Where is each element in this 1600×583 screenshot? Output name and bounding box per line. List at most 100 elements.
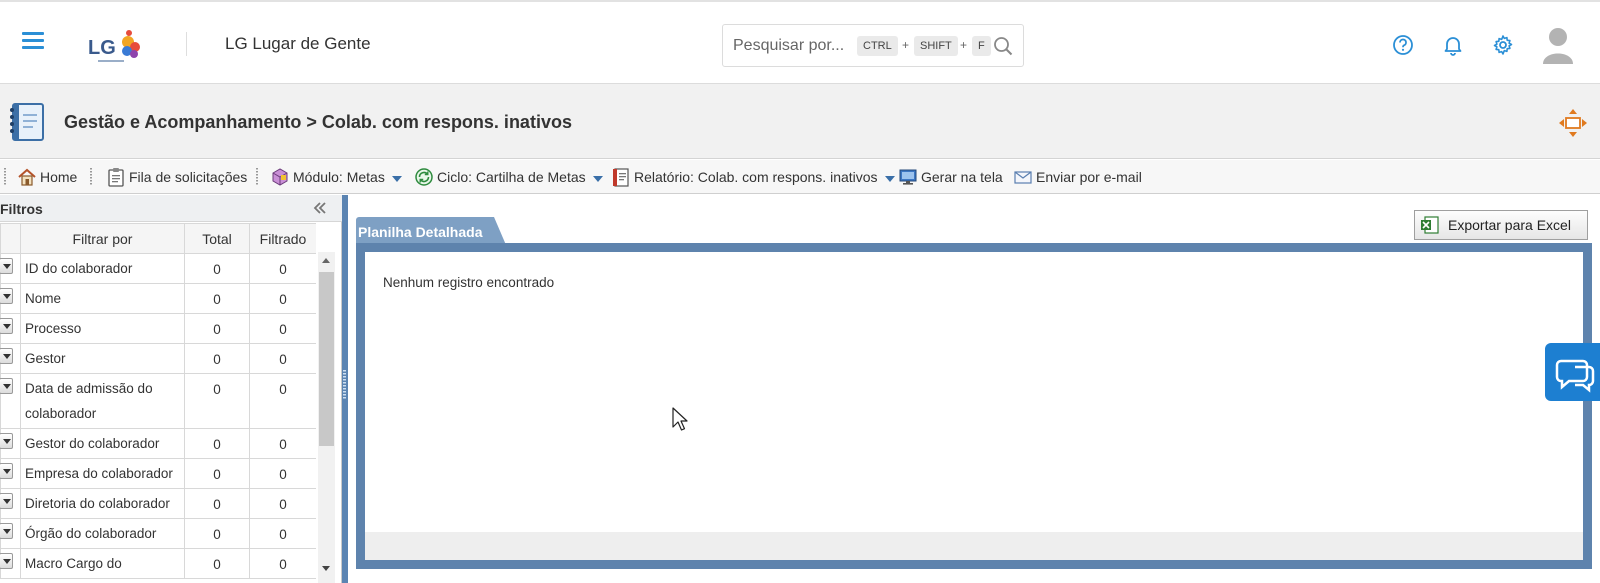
shortcut-key-ctrl: CTRL xyxy=(857,36,898,56)
top-header: LG LG Lugar de Gente Pesquisar por... CT… xyxy=(0,0,1600,84)
filter-row-filtered: 0 xyxy=(249,373,316,429)
search-box[interactable]: Pesquisar por... CTRL + SHIFT + F xyxy=(722,24,1024,67)
filter-row-filtered: 0 xyxy=(249,283,316,314)
report-content: Planilha Detalhada Exportar para Excel N… xyxy=(348,195,1600,583)
filters-scrollbar[interactable] xyxy=(318,252,335,583)
toolbar-cycle-dropdown[interactable]: Ciclo: Cartilha de Metas xyxy=(414,167,603,187)
toolbar-module-label: Módulo: Metas xyxy=(293,169,385,185)
move-icon[interactable] xyxy=(1558,108,1588,138)
cycle-icon xyxy=(415,168,433,186)
filter-row[interactable]: Macro Cargo do 0 0 xyxy=(0,548,316,579)
report-icon xyxy=(613,168,629,187)
shortcut-plus: + xyxy=(960,38,968,52)
filters-col-filter-by[interactable]: Filtrar por xyxy=(20,223,185,254)
toolbar-separator xyxy=(256,168,258,186)
monitor-icon xyxy=(899,169,917,185)
filter-row-total: 0 xyxy=(184,373,250,429)
clipboard-icon xyxy=(108,168,124,187)
gear-icon[interactable] xyxy=(1492,34,1514,56)
filter-row-total: 0 xyxy=(184,253,250,284)
filter-row-total: 0 xyxy=(184,313,250,344)
filters-col-total[interactable]: Total xyxy=(184,223,250,254)
page-title: Gestão e Acompanhamento > Colab. com res… xyxy=(64,112,572,132)
filter-dropdown-button[interactable] xyxy=(0,258,13,274)
filter-row-filtered: 0 xyxy=(249,313,316,344)
filter-row-label: Gestor do colaborador xyxy=(20,428,185,459)
filter-dropdown-button[interactable] xyxy=(0,318,13,334)
filter-row[interactable]: Diretoria do colaborador 0 0 xyxy=(0,488,316,519)
filter-row[interactable]: Empresa do colaborador 0 0 xyxy=(0,458,316,489)
filter-row-total: 0 xyxy=(184,343,250,374)
page-title-bar: Gestão e Acompanhamento > Colab. com res… xyxy=(0,84,1600,159)
toolbar-report-label: Relatório: Colab. com respons. inativos xyxy=(634,169,878,185)
toolbar: Home Fila de solicitações Módulo: Metas … xyxy=(0,160,1600,194)
header-divider xyxy=(186,32,187,56)
toolbar-grip[interactable] xyxy=(4,168,6,186)
filter-dropdown-button[interactable] xyxy=(0,493,13,509)
filter-row[interactable]: ID do colaborador 0 0 xyxy=(0,253,316,284)
toolbar-report-dropdown[interactable]: Relatório: Colab. com respons. inativos xyxy=(611,167,895,187)
chat-icon xyxy=(1555,359,1595,393)
sheet-frame: Nenhum registro encontrado xyxy=(356,243,1592,569)
filter-dropdown-button[interactable] xyxy=(0,553,13,569)
lg-logo[interactable]: LG xyxy=(86,20,146,68)
filter-dropdown-button[interactable] xyxy=(0,463,13,479)
filters-col-filtered[interactable]: Filtrado xyxy=(249,223,316,254)
filter-row[interactable]: Gestor do colaborador 0 0 xyxy=(0,428,316,459)
filter-row[interactable]: Nome 0 0 xyxy=(0,283,316,314)
toolbar-module-dropdown[interactable]: Módulo: Metas xyxy=(270,167,402,187)
notebook-icon xyxy=(10,103,44,141)
filter-dropdown-button[interactable] xyxy=(0,433,13,449)
search-icon[interactable] xyxy=(993,36,1013,56)
filters-panel: Filtros Filtrar por Total Filtrado ID do… xyxy=(0,195,342,583)
chevron-down-icon xyxy=(592,175,603,182)
help-icon[interactable] xyxy=(1392,34,1414,56)
scroll-up-icon[interactable] xyxy=(322,258,330,263)
filter-row-label: Nome xyxy=(20,283,185,314)
tab-planilha-detalhada[interactable]: Planilha Detalhada xyxy=(356,217,506,245)
filter-row-filtered: 0 xyxy=(249,428,316,459)
mouse-cursor-icon xyxy=(672,407,688,431)
chat-button[interactable] xyxy=(1545,343,1600,401)
shortcut-key-shift: SHIFT xyxy=(914,36,958,56)
avatar[interactable] xyxy=(1543,26,1573,64)
toolbar-email-button[interactable]: Enviar por e-mail xyxy=(1013,167,1142,187)
chevron-down-icon xyxy=(884,175,895,182)
filters-title: Filtros xyxy=(0,201,43,217)
filter-row-total: 0 xyxy=(184,428,250,459)
filter-row[interactable]: Gestor 0 0 xyxy=(0,343,316,374)
bell-icon[interactable] xyxy=(1442,34,1464,56)
search-placeholder[interactable]: Pesquisar por... xyxy=(733,37,844,55)
scrollbar-thumb[interactable] xyxy=(319,272,334,446)
filter-row-total: 0 xyxy=(184,548,250,579)
toolbar-home-button[interactable]: Home xyxy=(17,167,77,187)
app-title: LG Lugar de Gente xyxy=(225,34,371,53)
export-excel-label: Exportar para Excel xyxy=(1448,217,1571,233)
filter-dropdown-button[interactable] xyxy=(0,348,13,364)
collapse-left-icon[interactable] xyxy=(312,200,328,216)
filters-col-dropdown xyxy=(0,223,21,254)
scroll-down-icon[interactable] xyxy=(322,566,330,571)
filter-row-filtered: 0 xyxy=(249,518,316,549)
filter-row-label: Macro Cargo do xyxy=(20,548,185,579)
filter-row-total: 0 xyxy=(184,488,250,519)
empty-message: Nenhum registro encontrado xyxy=(383,275,555,290)
home-icon xyxy=(18,168,36,186)
filter-dropdown-button[interactable] xyxy=(0,378,13,394)
toolbar-queue-button[interactable]: Fila de solicitações xyxy=(106,167,247,187)
filter-row[interactable]: Órgão do colaborador 0 0 xyxy=(0,518,316,549)
export-excel-button[interactable]: Exportar para Excel xyxy=(1414,210,1588,240)
filter-row[interactable]: Data de admissão do colaborador 0 0 xyxy=(0,373,316,429)
filter-dropdown-button[interactable] xyxy=(0,288,13,304)
filter-dropdown-button[interactable] xyxy=(0,523,13,539)
filter-row[interactable]: Processo 0 0 xyxy=(0,313,316,344)
filter-row-filtered: 0 xyxy=(249,343,316,374)
filter-row-total: 0 xyxy=(184,283,250,314)
filter-row-label: Gestor xyxy=(20,343,185,374)
filter-row-total: 0 xyxy=(184,518,250,549)
toolbar-generate-button[interactable]: Gerar na tela xyxy=(898,167,1003,187)
menu-icon[interactable] xyxy=(22,32,44,50)
filter-row-label: ID do colaborador xyxy=(20,253,185,284)
svg-text:LG: LG xyxy=(88,37,116,59)
shortcut-plus: + xyxy=(902,38,910,52)
